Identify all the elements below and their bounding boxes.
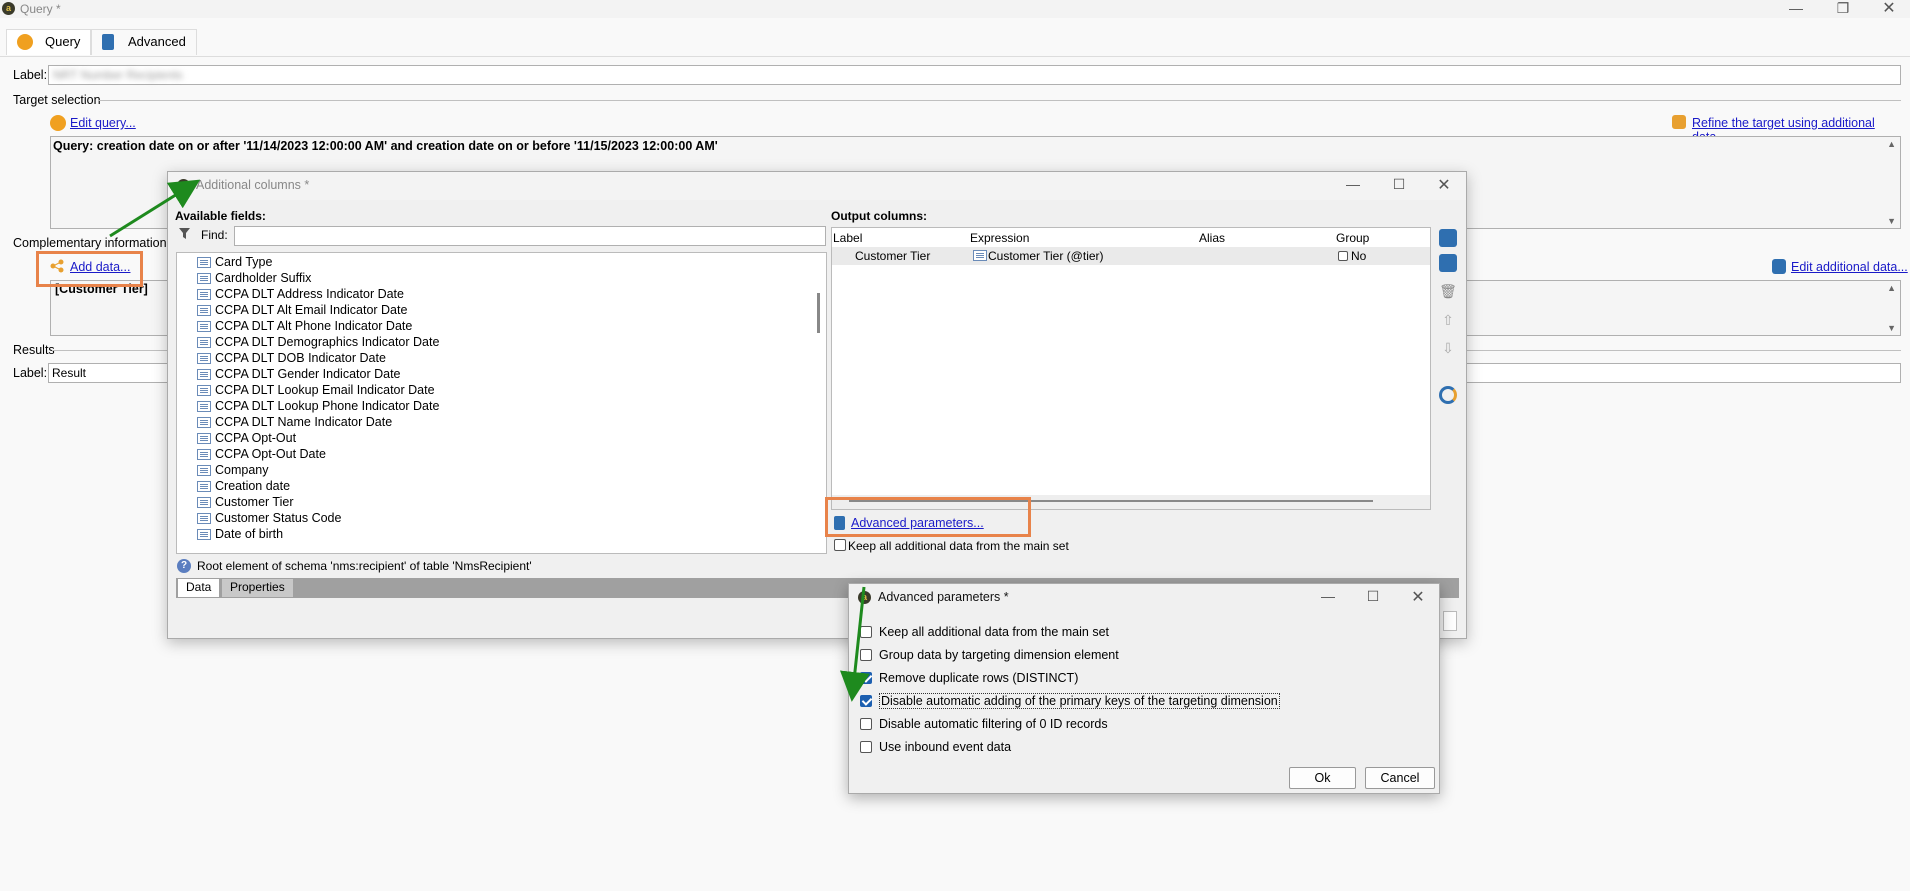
arrow-to-dialog bbox=[109, 179, 201, 238]
arrow-to-checkbox bbox=[839, 586, 870, 702]
annotation-arrows bbox=[109, 179, 870, 702]
